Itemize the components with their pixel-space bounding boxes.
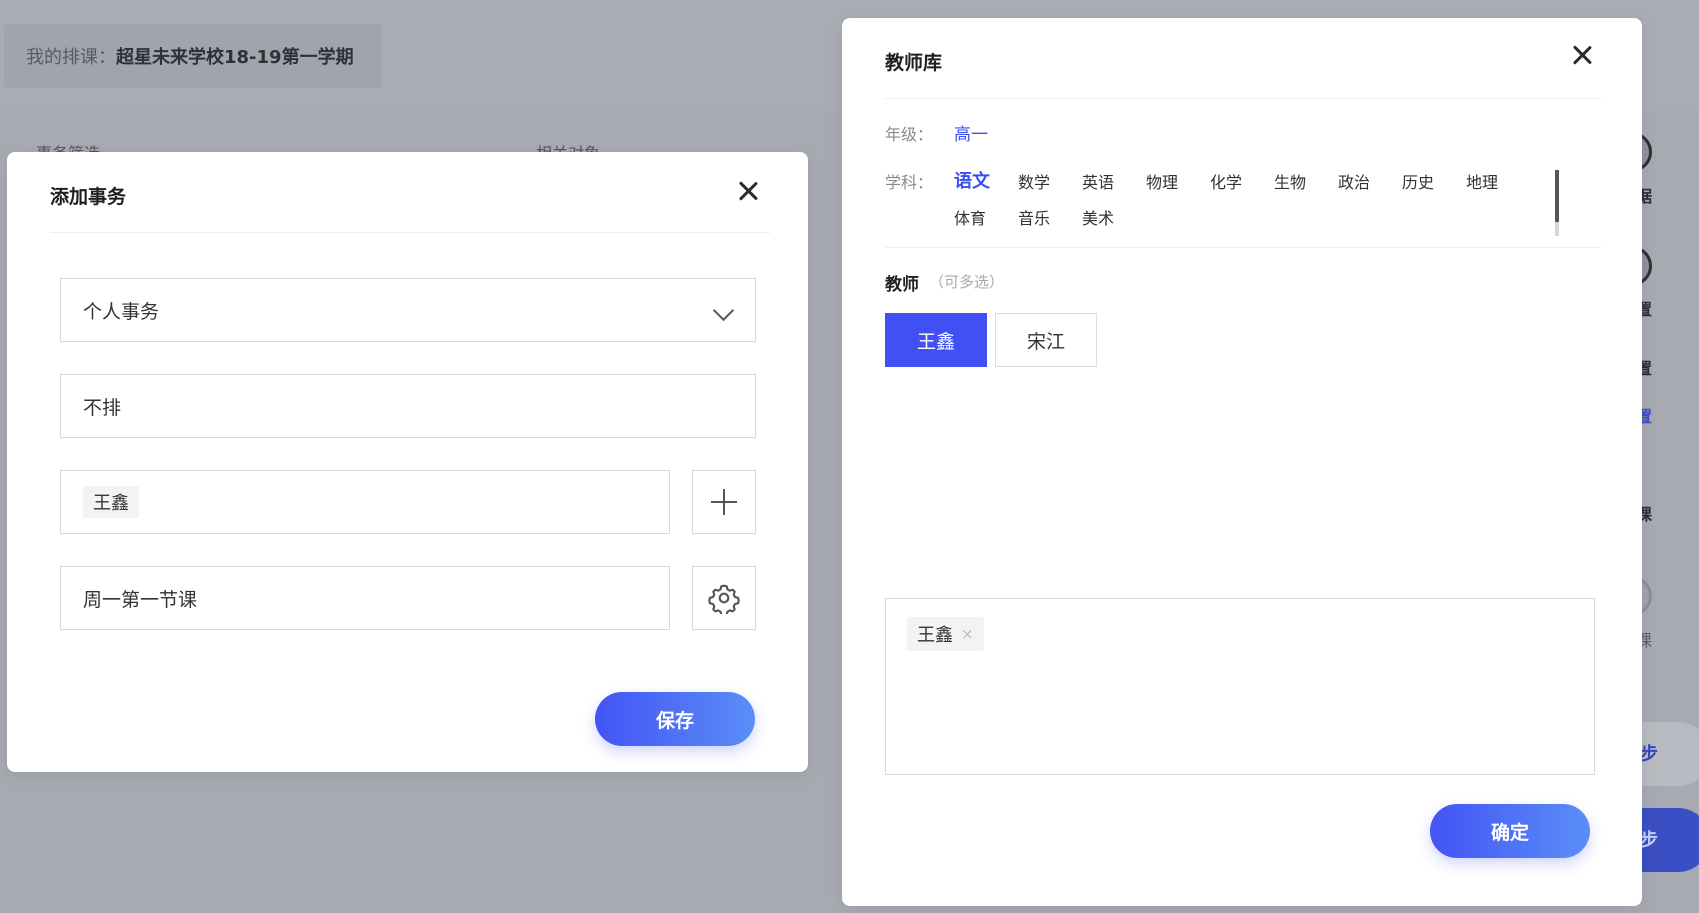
subject-option-chinese[interactable]: 语文 [954, 167, 990, 193]
multi-select-hint: （可多选） [929, 273, 1005, 291]
teacher-option-wangxin[interactable]: 王鑫 [885, 313, 987, 367]
prev-step-label: 步 [1640, 744, 1658, 765]
remove-chip-icon[interactable]: × [961, 625, 974, 643]
confirm-button[interactable]: 确定 [1430, 804, 1590, 858]
teacher-tag-input[interactable]: 王鑫 [60, 470, 670, 534]
save-button[interactable]: 保存 [595, 692, 755, 746]
divider [885, 98, 1601, 99]
grade-option[interactable]: 高一 [954, 120, 988, 145]
task-type-select[interactable]: 个人事务 [60, 278, 756, 342]
subject-option-pe[interactable]: 体育 [954, 205, 986, 229]
time-slot-value: 周一第一节课 [83, 588, 198, 611]
teacher-option-songjiang[interactable]: 宋江 [995, 313, 1097, 367]
close-icon[interactable] [735, 178, 761, 204]
teacher-tag: 王鑫 [83, 486, 139, 518]
subject-option-music[interactable]: 音乐 [1018, 205, 1050, 229]
teacher-library-modal: 教师库 年级： 高一 学科： 语文 数学 英语 物理 化学 生物 政治 历史 地… [842, 18, 1642, 906]
subject-label: 学科： [885, 173, 934, 192]
add-task-modal: 添加事务 个人事务 不排 王鑫 周一第一节课 保存 [7, 152, 808, 772]
time-slot-input[interactable]: 周一第一节课 [60, 566, 670, 630]
selected-teacher-chip: 王鑫 × [907, 617, 984, 651]
subject-scrollbar[interactable] [1555, 170, 1559, 236]
subject-option-physics[interactable]: 物理 [1146, 169, 1178, 193]
subject-option-english[interactable]: 英语 [1082, 169, 1114, 193]
next-step-label: 步 [1640, 830, 1658, 851]
subject-option-chemistry[interactable]: 化学 [1210, 169, 1242, 193]
subject-option-politics[interactable]: 政治 [1338, 169, 1370, 193]
arrangement-value: 不排 [83, 396, 122, 419]
subject-option-math[interactable]: 数学 [1018, 169, 1050, 193]
selected-teacher-name: 王鑫 [917, 625, 953, 646]
breadcrumb-semester: 超星未来学校18-19第一学期 [116, 47, 354, 68]
arrangement-input[interactable]: 不排 [60, 374, 756, 438]
subject-option-biology[interactable]: 生物 [1274, 169, 1306, 193]
subject-option-art[interactable]: 美术 [1082, 205, 1114, 229]
chevron-down-icon [712, 299, 735, 322]
subject-option-history[interactable]: 历史 [1402, 169, 1434, 193]
grade-label: 年级： [885, 125, 934, 144]
add-teacher-button[interactable] [692, 470, 756, 534]
subject-option-geography[interactable]: 地理 [1466, 169, 1498, 193]
gear-icon [708, 584, 740, 614]
modal-title: 教师库 [885, 52, 943, 74]
modal-title: 添加事务 [50, 186, 127, 208]
close-icon[interactable] [1569, 42, 1595, 68]
plus-icon [711, 489, 737, 515]
teacher-section-label: 教师 [885, 275, 919, 295]
selected-teachers-box: 王鑫 × [885, 598, 1595, 775]
task-type-value: 个人事务 [83, 300, 160, 323]
breadcrumb-label: 我的排课： [26, 47, 116, 68]
breadcrumb: 我的排课： 超星未来学校18-19第一学期 [4, 24, 382, 88]
time-settings-button[interactable] [692, 566, 756, 630]
divider [885, 247, 1601, 248]
divider [50, 232, 770, 233]
